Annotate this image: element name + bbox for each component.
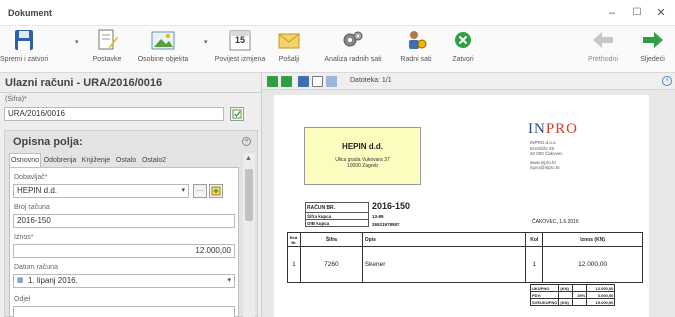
minimize-button[interactable]: – bbox=[601, 4, 623, 22]
work-hours-analysis-button[interactable]: Analiza radnih sati bbox=[316, 26, 390, 72]
next-button[interactable]: Sljedeći bbox=[630, 26, 675, 72]
page-title: Ulazni računi - URA/2016/0016 bbox=[5, 77, 163, 89]
history-badge: 15 bbox=[234, 35, 245, 45]
amount-field[interactable]: 12.000,00 bbox=[13, 244, 235, 258]
customer-code: 13-89 bbox=[372, 214, 384, 219]
amount-label: Iznos* bbox=[14, 234, 34, 241]
close-viewer-icon[interactable]: × bbox=[662, 76, 672, 86]
column-header: Red. Br. bbox=[287, 232, 301, 247]
supplier-address: Ulica grada Vukovara 37 10000 Zagreb bbox=[335, 157, 390, 169]
arrow-right-icon bbox=[642, 32, 663, 48]
supplier-box: HEPIN d.d. Ulica grada Vukovara 37 10000… bbox=[304, 127, 421, 185]
picture-icon bbox=[151, 31, 175, 50]
left-pane: Ulazni računi - URA/2016/0016 (Šifra)* U… bbox=[0, 73, 262, 317]
floppy-disk-icon bbox=[15, 30, 33, 50]
change-history-button[interactable]: 15 Povijest izmjena bbox=[212, 26, 268, 72]
settings-button[interactable]: Postavke bbox=[84, 26, 130, 72]
save-file-icon[interactable] bbox=[298, 76, 309, 87]
save-dropdown-arrow[interactable]: ▾ bbox=[75, 38, 79, 46]
work-hours-button[interactable]: Radni sati bbox=[393, 26, 439, 72]
document-edit-icon bbox=[98, 29, 118, 50]
supplier-label: Dobavljač* bbox=[14, 174, 48, 181]
envelope-icon bbox=[278, 33, 300, 49]
items-table: Red. Br. Šifra Opis Kol Iznos (KN) 1 726… bbox=[287, 232, 643, 283]
print-icon[interactable] bbox=[326, 76, 337, 87]
document-viewer: Datoteka: 1/1 × HEPIN d.d. Ulica grada V… bbox=[262, 73, 675, 317]
add-supplier-icon[interactable] bbox=[209, 184, 223, 198]
code-field[interactable]: URA/2016/0016 bbox=[4, 107, 224, 121]
close-window-button[interactable]: ✕ bbox=[650, 4, 672, 22]
invoice-date-label: Datum računa bbox=[14, 264, 58, 271]
scroll-thumb[interactable] bbox=[245, 169, 253, 221]
tab-content-osnovno: Dobavljač* HEPIN d.d. ▾ … Broj računa 20… bbox=[9, 167, 239, 317]
person-clock-icon bbox=[409, 31, 427, 49]
save-close-button[interactable]: Spremi i zatvori bbox=[0, 26, 48, 72]
invoice-number-label: Broj računa bbox=[14, 204, 50, 211]
window-icon[interactable] bbox=[312, 76, 323, 87]
tab-ostalo[interactable]: Ostalo bbox=[114, 153, 138, 168]
viewer-toolbar: Datoteka: 1/1 × bbox=[262, 73, 675, 90]
close-circle-icon bbox=[455, 32, 471, 48]
collapse-icon[interactable]: « bbox=[242, 137, 251, 146]
totals-row: UKUPNO (KN) 12.000,00 bbox=[529, 284, 616, 292]
tab-odobrenja[interactable]: Odobrenja bbox=[42, 153, 78, 168]
totals-row: PDV: 25% 3.000,00 bbox=[529, 291, 616, 299]
column-header: Opis bbox=[361, 232, 527, 247]
column-header: Šifra bbox=[299, 232, 363, 247]
invoice-number: 2016-150 bbox=[372, 201, 411, 211]
code-label: (Šifra)* bbox=[5, 96, 27, 103]
chevron-down-icon: ▾ bbox=[227, 277, 231, 284]
invoice-number-field[interactable]: 2016-150 bbox=[13, 214, 235, 228]
descriptive-fields-panel: Opisna polja: « Osnovno Odobrenja Knjiže… bbox=[4, 130, 258, 317]
company-logo: INPRO bbox=[528, 121, 579, 137]
first-page-icon[interactable] bbox=[267, 76, 278, 87]
confirm-icon[interactable] bbox=[230, 107, 244, 121]
customer-oib: 26521978587 bbox=[372, 222, 400, 227]
close-button[interactable]: Zatvori bbox=[442, 26, 484, 72]
table-row: 1 7260 Skener 1 12.000,00 bbox=[287, 246, 643, 283]
invoice-page: HEPIN d.d. Ulica grada Vukovara 37 10000… bbox=[274, 95, 649, 317]
invoice-date-picker[interactable]: ▦ 1. lipanj 2016. ▾ bbox=[13, 274, 235, 288]
file-counter: Datoteka: 1/1 bbox=[350, 77, 392, 84]
objects-dropdown-arrow[interactable]: ▾ bbox=[204, 38, 208, 46]
tab-ostalo2[interactable]: Ostalo2 bbox=[139, 153, 169, 168]
supplier-name: HEPIN d.d. bbox=[342, 142, 383, 151]
department-field[interactable] bbox=[13, 306, 235, 317]
supplier-select[interactable]: HEPIN d.d. ▾ bbox=[13, 184, 189, 198]
divider bbox=[0, 92, 262, 93]
column-header: Kol bbox=[525, 232, 544, 247]
previous-button[interactable]: Prethodni bbox=[578, 26, 628, 72]
column-header: Iznos (KN) bbox=[542, 232, 643, 247]
totals-table: UKUPNO (KN) 12.000,00 PDV: 25% 3.000,00 … bbox=[529, 284, 616, 306]
maximize-icon[interactable]: ☐ bbox=[626, 4, 648, 22]
next-page-icon[interactable] bbox=[281, 76, 292, 87]
scrollbar[interactable]: ▲ bbox=[243, 153, 255, 317]
send-button[interactable]: Pošalji bbox=[270, 26, 308, 72]
more-options-button[interactable]: … bbox=[193, 184, 207, 198]
personal-objects-button[interactable]: Osobine objekta bbox=[131, 26, 195, 72]
tab-knjizenje[interactable]: Knjiženje bbox=[79, 153, 113, 168]
place-date: ČAKOVEC, 1.6.2016 bbox=[532, 219, 579, 225]
calendar-icon: ▦ bbox=[17, 277, 24, 284]
title-bar: Dokument – ☐ ✕ bbox=[0, 0, 675, 26]
window-title: Dokument bbox=[8, 8, 53, 18]
company-info: INPRO d.o.o. M.Krleže 28 40 000 Čakovec … bbox=[530, 140, 563, 170]
chevron-down-icon: ▾ bbox=[181, 187, 185, 194]
totals-row: SVEUKUPNO (KN) 15.000,00 bbox=[529, 298, 616, 306]
gears-icon bbox=[343, 31, 363, 47]
tab-osnovno[interactable]: Osnovno bbox=[9, 153, 41, 168]
section-title: Opisna polja: bbox=[13, 136, 83, 148]
invoice-header-table: RAČUN BR. Šifra kupca OIB kupca bbox=[305, 202, 369, 227]
arrow-left-icon bbox=[593, 32, 613, 48]
scroll-up-icon[interactable]: ▲ bbox=[245, 155, 252, 162]
department-label: Odjel bbox=[14, 296, 31, 303]
ribbon-toolbar: Spremi i zatvori ▾ Postavke Osobine obje… bbox=[0, 26, 675, 73]
